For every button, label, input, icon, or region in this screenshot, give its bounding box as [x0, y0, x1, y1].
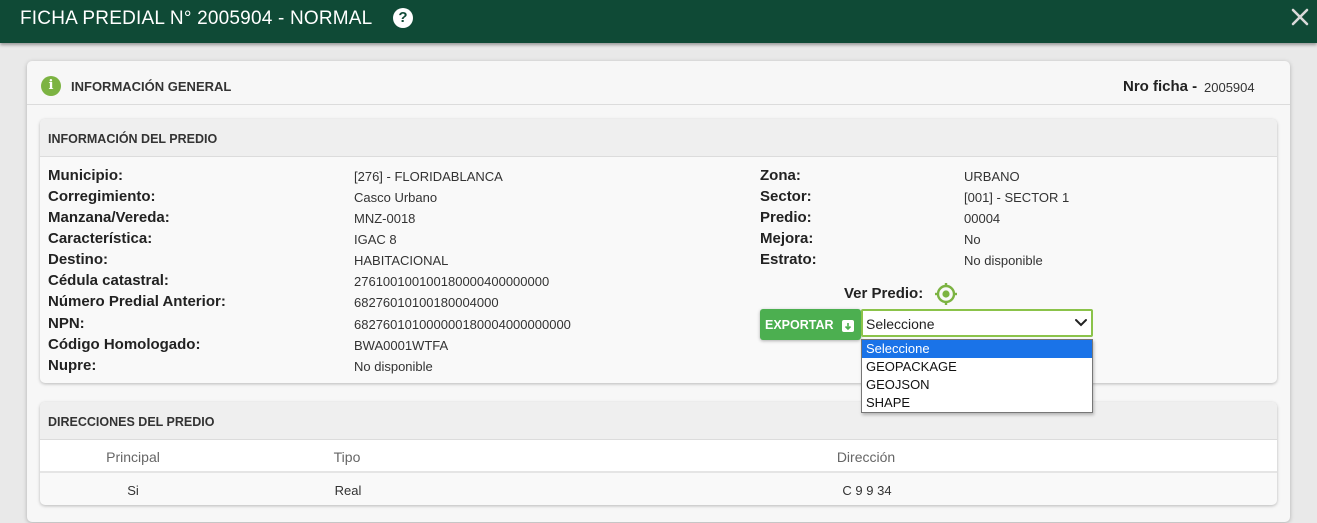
- corregimiento-value: Casco Urbano: [354, 190, 438, 205]
- numero-predial-anterior-label: Número Predial Anterior:: [48, 293, 226, 310]
- estrato-value: No disponible: [964, 253, 1043, 268]
- nro-ficha-value: 2005904: [1204, 80, 1255, 95]
- sector-label: Sector:: [760, 188, 812, 205]
- estrato-label: Estrato:: [760, 251, 817, 268]
- mejora-value: No: [964, 232, 981, 247]
- col-direccion[interactable]: Dirección: [837, 449, 895, 465]
- option-geojson[interactable]: GEOJSON: [862, 376, 1092, 394]
- corregimiento-label: Corregimiento:: [48, 188, 156, 205]
- cell-principal: Si: [127, 483, 139, 498]
- manzana-vereda-value: MNZ-0018: [354, 211, 416, 226]
- zona-value: URBANO: [964, 169, 1020, 184]
- municipio-value: [276] - FLORIDABLANCA: [354, 169, 503, 184]
- export-icon: [842, 320, 854, 332]
- col-principal[interactable]: Principal: [106, 449, 160, 465]
- direcciones-card: DIRECCIONES DEL PREDIO Principal Tipo Di…: [40, 402, 1277, 505]
- help-icon[interactable]: ?: [393, 8, 413, 28]
- zona-label: Zona:: [760, 167, 801, 184]
- title-bar: FICHA PREDIAL N° 2005904 - NORMAL ?: [0, 0, 1317, 43]
- cedula-catastral-label: Cédula catastral:: [48, 272, 169, 289]
- destino-value: HABITACIONAL: [354, 253, 449, 268]
- codigo-homologado-label: Código Homologado:: [48, 336, 201, 353]
- export-format-select[interactable]: Seleccione: [861, 309, 1093, 337]
- npn-value: 682760101000000180004000000000: [354, 317, 571, 332]
- cell-direccion: C 9 9 34: [842, 483, 892, 498]
- info-icon: i: [41, 76, 61, 96]
- export-button[interactable]: EXPORTAR: [760, 309, 861, 340]
- general-info-card: i INFORMACIÓN GENERAL Nro ficha - 200590…: [27, 61, 1290, 522]
- cedula-catastral-value: 276100100100180000400000000: [354, 274, 550, 289]
- export-button-label: EXPORTAR: [765, 318, 834, 332]
- option-shape[interactable]: SHAPE: [862, 394, 1092, 412]
- nupre-label: Nupre:: [48, 357, 97, 374]
- manzana-vereda-label: Manzana/Vereda:: [48, 209, 170, 226]
- npn-label: NPN:: [48, 315, 85, 332]
- caracteristica-label: Característica:: [48, 230, 153, 247]
- codigo-homologado-value: BWA0001WTFA: [354, 338, 449, 353]
- nupre-value: No disponible: [354, 359, 433, 374]
- municipio-label: Municipio:: [48, 167, 123, 184]
- sector-value: [001] - SECTOR 1: [964, 190, 1070, 205]
- ver-predio-label: Ver Predio:: [844, 285, 924, 302]
- predio-label: Predio:: [760, 209, 812, 226]
- export-format-dropdown: Seleccione GEOPACKAGE GEOJSON SHAPE: [861, 339, 1093, 413]
- direcciones-table-header: Principal Tipo Dirección: [40, 440, 1277, 473]
- predio-value: 00004: [964, 211, 1001, 226]
- export-format-selected: Seleccione: [866, 316, 935, 332]
- option-seleccione[interactable]: Seleccione: [862, 340, 1092, 358]
- nro-ficha-label: Nro ficha -: [1123, 78, 1198, 95]
- option-geopackage[interactable]: GEOPACKAGE: [862, 358, 1092, 376]
- table-row[interactable]: Si Real C 9 9 34: [40, 473, 1277, 505]
- general-info-header: i INFORMACIÓN GENERAL Nro ficha - 200590…: [27, 61, 1290, 105]
- mejora-label: Mejora:: [760, 230, 814, 247]
- direcciones-title: DIRECCIONES DEL PREDIO: [48, 415, 215, 429]
- window-title: FICHA PREDIAL N° 2005904 - NORMAL: [20, 8, 373, 29]
- col-tipo[interactable]: Tipo: [334, 449, 361, 465]
- predio-info-header: INFORMACIÓN DEL PREDIO: [40, 119, 1277, 157]
- locate-target-icon[interactable]: [934, 282, 958, 306]
- predio-info-title: INFORMACIÓN DEL PREDIO: [48, 132, 218, 146]
- caracteristica-value: IGAC 8: [354, 232, 397, 247]
- destino-label: Destino:: [48, 251, 108, 268]
- cell-tipo: Real: [334, 483, 362, 498]
- general-info-title: INFORMACIÓN GENERAL: [71, 79, 232, 94]
- numero-predial-anterior-value: 68276010100180004000: [354, 295, 499, 310]
- chevron-down-icon: [1075, 319, 1087, 327]
- close-icon[interactable]: [1288, 5, 1312, 29]
